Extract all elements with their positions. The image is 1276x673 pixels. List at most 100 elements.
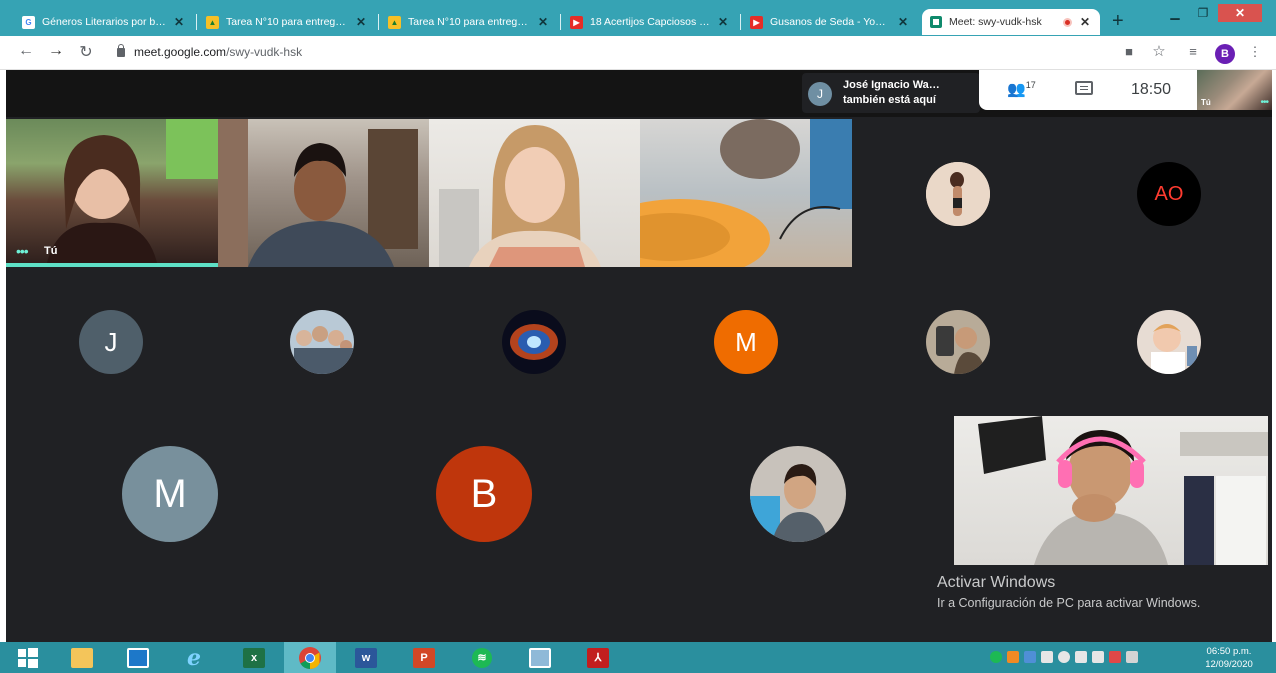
nebula-photo-icon — [502, 310, 566, 374]
tab-title: Géneros Literarios por b… — [42, 16, 166, 28]
tray-app-icon[interactable] — [1092, 651, 1104, 663]
tab-title: Gusanos de Seda - YouT… — [770, 16, 890, 28]
people-icon: 👥 — [1007, 81, 1026, 98]
signal-icon[interactable] — [1126, 651, 1138, 663]
group-photo-icon — [290, 310, 354, 374]
taskbar-clock[interactable]: 06:50 p.m. 12/09/2020 — [1196, 645, 1262, 671]
close-window-icon[interactable]: ✕ — [1218, 4, 1262, 22]
close-tab-icon[interactable]: ✕ — [1078, 15, 1092, 29]
taskbar-powerpoint[interactable]: P — [398, 642, 450, 673]
taskbar-spotify[interactable]: ≋ — [456, 642, 508, 673]
tray-app-icon[interactable] — [1075, 651, 1087, 663]
maximize-icon[interactable]: ❐ — [1190, 4, 1216, 22]
tray-app-icon[interactable] — [1109, 651, 1121, 663]
participant-avatar[interactable]: M — [714, 310, 778, 374]
meeting-info-bar: 👥17 18:50 — [979, 70, 1197, 110]
tray-app-icon[interactable] — [1024, 651, 1036, 663]
excel-icon: x — [243, 647, 265, 668]
start-icon — [18, 647, 38, 668]
woman-standing-photo-icon — [926, 162, 990, 226]
url-path: /swy-vudk-hsk — [226, 45, 303, 59]
window-controls: ▁ ❐ ✕ — [1162, 4, 1262, 22]
taskbar-acrobat[interactable]: ⅄ — [572, 642, 624, 673]
self-video-icon — [46, 119, 218, 267]
windows-taskbar: e x w P ≋ ⅄ 06:50 p.m. 12/09/2020 — [0, 642, 1276, 673]
participant-avatar[interactable] — [750, 446, 846, 542]
tab-gusanos-de-seda[interactable]: ▶ Gusanos de Seda - YouT… ✕ — [742, 9, 918, 35]
profile-avatar[interactable]: B — [1215, 44, 1235, 64]
participant-avatar[interactable]: AO — [1137, 162, 1201, 226]
participant-avatar[interactable] — [926, 310, 990, 374]
reload-icon[interactable]: ↻ — [76, 42, 96, 62]
star-icon[interactable]: ☆ — [1150, 42, 1168, 60]
tab-generos-literarios[interactable]: G Géneros Literarios por b… ✕ — [14, 9, 194, 35]
participant-avatar[interactable] — [290, 310, 354, 374]
tab-tarea-2[interactable]: ▲ Tarea N°10 para entrega… ✕ — [380, 9, 558, 35]
self-label: Tú — [1201, 98, 1211, 107]
classroom-icon: ▲ — [388, 15, 401, 29]
video-tile-self[interactable]: ••• Tú — [6, 119, 218, 267]
meeting-clock: 18:50 — [1131, 81, 1172, 98]
camera-icon[interactable]: ■ — [1120, 44, 1138, 59]
start-button[interactable] — [2, 642, 54, 673]
close-tab-icon[interactable]: ✕ — [536, 15, 550, 29]
self-view-thumbnail[interactable]: Tú ••• — [1197, 70, 1272, 110]
tab-title: Tarea N°10 para entrega… — [226, 16, 348, 28]
taskbar-word[interactable]: w — [340, 642, 392, 673]
taskbar-chrome[interactable] — [284, 642, 336, 673]
video-tile-participant[interactable] — [640, 119, 852, 267]
video-tile-participant[interactable] — [429, 119, 640, 267]
video-tile-participant-large[interactable] — [954, 416, 1268, 565]
tab-separator — [560, 14, 561, 30]
windows-activation-title: Activar Windows — [937, 574, 1056, 591]
close-tab-icon[interactable]: ✕ — [716, 15, 730, 29]
participant-avatar[interactable]: J — [79, 310, 143, 374]
taskbar-internet-explorer[interactable]: e — [168, 642, 220, 673]
participant-avatar[interactable] — [502, 310, 566, 374]
menu-kebab-icon[interactable]: ⋮ — [1246, 44, 1264, 60]
close-tab-icon[interactable]: ✕ — [172, 15, 186, 29]
participant-avatar[interactable]: M — [122, 446, 218, 542]
clock-time: 06:50 p.m. — [1206, 646, 1252, 657]
close-tab-icon[interactable]: ✕ — [354, 15, 368, 29]
meet-stage: J José Ignacio Wa… también está aquí 👥17… — [6, 70, 1272, 642]
remote-desktop-icon — [127, 647, 149, 668]
tab-tarea-1[interactable]: ▲ Tarea N°10 para entrega… ✕ — [198, 9, 376, 35]
word-icon: w — [355, 647, 377, 668]
tab-meet[interactable]: Meet: swy-vudk-hsk ✕ — [922, 9, 1100, 35]
close-tab-icon[interactable]: ✕ — [896, 15, 910, 29]
new-tab-button[interactable]: + — [1112, 10, 1124, 33]
tab-title: 18 Acertijos Capciosos Q… — [590, 16, 710, 28]
tray-app-icon[interactable] — [1007, 651, 1019, 663]
network-icon[interactable] — [1041, 651, 1053, 663]
participants-button[interactable]: 👥17 — [1007, 80, 1036, 98]
minimize-icon[interactable]: ▁ — [1162, 4, 1188, 22]
taskbar-photos[interactable] — [514, 642, 566, 673]
baby-photo-icon — [1137, 310, 1201, 374]
volume-icon[interactable] — [1058, 651, 1070, 663]
participant-avatar[interactable] — [926, 162, 990, 226]
taskbar-excel[interactable]: x — [228, 642, 280, 673]
tab-acertijos[interactable]: ▶ 18 Acertijos Capciosos Q… ✕ — [562, 9, 738, 35]
participant-avatar[interactable]: B — [436, 446, 532, 542]
tile-options-icon[interactable]: ••• — [16, 243, 29, 259]
media-queue-icon[interactable]: ≡ — [1184, 44, 1202, 59]
spotify-tray-icon[interactable] — [990, 651, 1002, 663]
classroom-icon: ▲ — [206, 15, 219, 29]
lock-icon — [117, 44, 125, 57]
participant-avatar[interactable] — [1137, 310, 1201, 374]
photos-icon — [529, 647, 551, 668]
chat-icon[interactable] — [1075, 81, 1093, 95]
acrobat-icon: ⅄ — [587, 647, 609, 668]
back-arrow-icon[interactable]: ← — [16, 42, 36, 60]
more-options-icon[interactable]: ••• — [1260, 97, 1268, 108]
video-tile-participant[interactable] — [218, 119, 429, 267]
forward-arrow-icon[interactable]: → — [46, 42, 66, 60]
address-bar[interactable]: meet.google.com/swy-vudk-hsk — [134, 45, 302, 59]
participant-video-icon — [978, 416, 1268, 565]
tab-separator — [378, 14, 379, 30]
boy-photo-icon — [750, 446, 846, 542]
taskbar-remote-desktop[interactable] — [112, 642, 164, 673]
man-selfie-photo-icon — [926, 310, 990, 374]
taskbar-file-explorer[interactable] — [56, 642, 108, 673]
